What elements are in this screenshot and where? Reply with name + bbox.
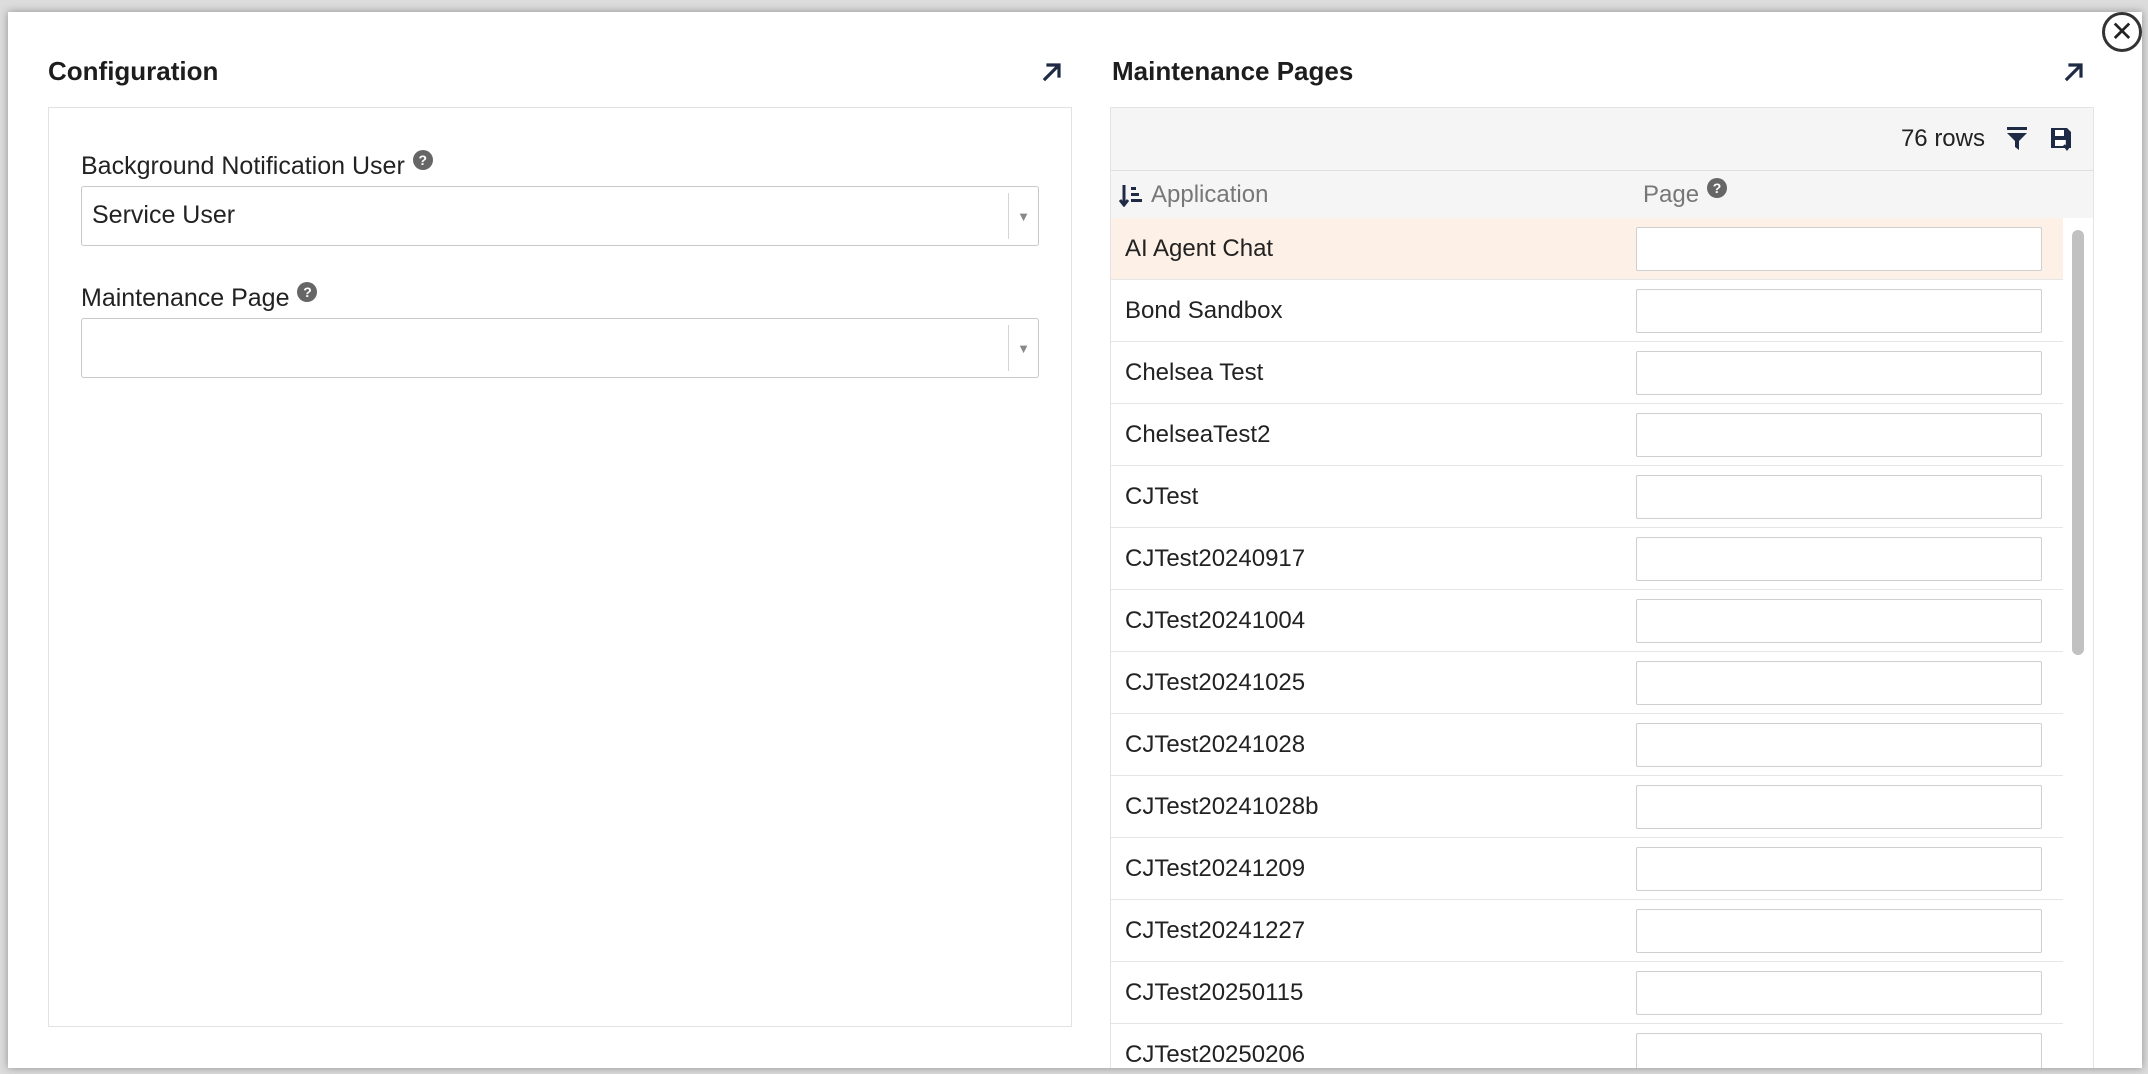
page-input[interactable] <box>1636 723 2042 767</box>
application-cell: CJTest20240917 <box>1125 545 1306 572</box>
chevron-down-icon[interactable]: ▼ <box>1008 325 1038 371</box>
configuration-panel: Background Notification User ? Service U… <box>48 107 1072 1027</box>
table-row[interactable]: CJTest20250115 <box>1111 962 2065 1024</box>
grid-rows: AI Agent Chat Bond Sandbox Chelsea Test Che… <box>1111 218 2065 1068</box>
column-header-page[interactable]: Page ? <box>1643 178 1728 209</box>
table-row[interactable]: CJTest20241227 <box>1111 900 2065 962</box>
table-row[interactable]: CJTest20241209 <box>1111 838 2065 900</box>
arrow-up-right-icon[interactable] <box>1040 60 1064 84</box>
table-row[interactable]: CJTest <box>1111 466 2065 528</box>
help-icon[interactable]: ? <box>412 149 433 170</box>
table-row[interactable]: CJTest20241025 <box>1111 652 2065 714</box>
page-input[interactable] <box>1636 289 2042 333</box>
table-row[interactable]: CJTest20240917 <box>1111 528 2065 590</box>
application-cell: CJTest20241028 <box>1125 731 1306 758</box>
page-input[interactable] <box>1636 909 2042 953</box>
application-cell: Bond Sandbox <box>1125 297 1283 324</box>
maintenance-page-select[interactable]: ▼ <box>81 318 1039 378</box>
page-input[interactable] <box>1636 413 2042 457</box>
help-icon[interactable]: ? <box>1707 178 1728 198</box>
close-icon[interactable]: ✕ <box>2102 12 2142 52</box>
help-icon[interactable]: ? <box>297 281 318 302</box>
page-input[interactable] <box>1636 227 2042 271</box>
grid-toolbar: 76 rows <box>1111 108 2093 170</box>
page-input[interactable] <box>1636 537 2042 581</box>
background-notification-user-label: Background Notification User ? <box>81 149 433 181</box>
row-count: 76 rows <box>1900 125 1985 152</box>
page-input[interactable] <box>1636 599 2042 643</box>
page-input[interactable] <box>1636 847 2042 891</box>
application-cell: ChelseaTest2 <box>1125 421 1271 448</box>
application-cell: CJTest <box>1125 483 1199 510</box>
column-header-application[interactable]: Application <box>1119 181 1268 209</box>
application-cell: CJTest20241004 <box>1125 607 1306 634</box>
table-row[interactable]: CJTest20241004 <box>1111 590 2065 652</box>
vertical-scrollbar[interactable] <box>2063 218 2093 1068</box>
modal-dialog: ✕ Configuration Background Notification … <box>8 12 2142 1068</box>
application-cell: CJTest20241209 <box>1125 855 1306 882</box>
table-row[interactable]: Bond Sandbox <box>1111 280 2065 342</box>
save-export-icon[interactable] <box>2049 126 2075 152</box>
select-value: Service User <box>92 201 236 229</box>
table-row[interactable]: CJTest20241028 <box>1111 714 2065 776</box>
application-cell: CJTest20241028b <box>1125 793 1319 820</box>
configuration-title: Configuration <box>48 56 219 86</box>
scrollbar-thumb[interactable] <box>2072 230 2084 655</box>
page-input[interactable] <box>1636 1033 2042 1068</box>
maintenance-pages-grid: 76 rows Application Page ? AI Agent Chat… <box>1110 107 2094 1068</box>
table-row[interactable]: AI Agent Chat <box>1111 218 2065 280</box>
table-row[interactable]: CJTest20250206 <box>1111 1024 2065 1068</box>
arrow-up-right-icon[interactable] <box>2062 60 2086 84</box>
application-cell: CJTest20241025 <box>1125 669 1306 696</box>
table-row[interactable]: ChelseaTest2 <box>1111 404 2065 466</box>
page-input[interactable] <box>1636 351 2042 395</box>
background-notification-user-select[interactable]: Service User ▼ <box>81 186 1039 246</box>
page-input[interactable] <box>1636 971 2042 1015</box>
grid-header: Application Page ? <box>1111 170 2093 218</box>
application-cell: CJTest20250206 <box>1125 1041 1306 1068</box>
chevron-down-icon[interactable]: ▼ <box>1008 193 1038 239</box>
application-cell: AI Agent Chat <box>1125 235 1274 262</box>
maintenance-pages-title: Maintenance Pages <box>1112 56 1354 86</box>
page-input[interactable] <box>1636 661 2042 705</box>
maintenance-page-label: Maintenance Page ? <box>81 281 318 313</box>
table-row[interactable]: CJTest20241028b <box>1111 776 2065 838</box>
filter-icon[interactable] <box>2005 126 2029 152</box>
page-input[interactable] <box>1636 475 2042 519</box>
application-cell: CJTest20241227 <box>1125 917 1306 944</box>
application-cell: CJTest20250115 <box>1125 979 1304 1006</box>
application-cell: Chelsea Test <box>1125 359 1264 386</box>
table-row[interactable]: Chelsea Test <box>1111 342 2065 404</box>
page-input[interactable] <box>1636 785 2042 829</box>
sort-ascending-icon[interactable] <box>1119 183 1143 207</box>
